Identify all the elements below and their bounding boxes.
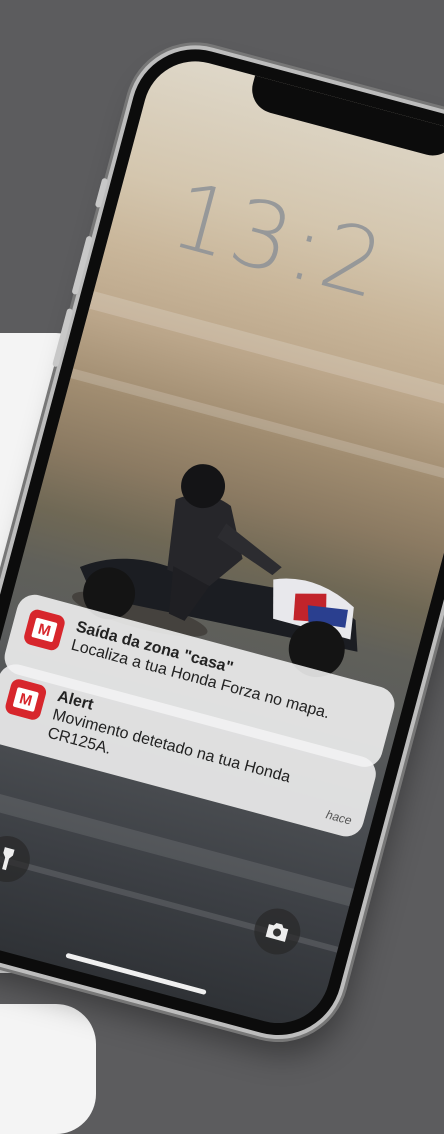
app-icon: M bbox=[3, 677, 48, 722]
phone-notch bbox=[246, 73, 444, 161]
app-icon: M bbox=[22, 607, 67, 652]
phone-volume-up-button bbox=[71, 235, 93, 296]
flashlight-icon[interactable] bbox=[0, 830, 36, 888]
home-indicator[interactable] bbox=[65, 952, 207, 996]
lock-screen: 13:2 M Saída da zona "casa" Localiza a t… bbox=[0, 49, 444, 1035]
feature-card-3 bbox=[0, 1004, 96, 1134]
lock-screen-clock: 13:2 bbox=[160, 161, 396, 321]
phone-side-button bbox=[94, 177, 109, 209]
phone-mockup: 13:2 M Saída da zona "casa" Localiza a t… bbox=[0, 35, 444, 1050]
camera-icon[interactable] bbox=[249, 903, 306, 960]
